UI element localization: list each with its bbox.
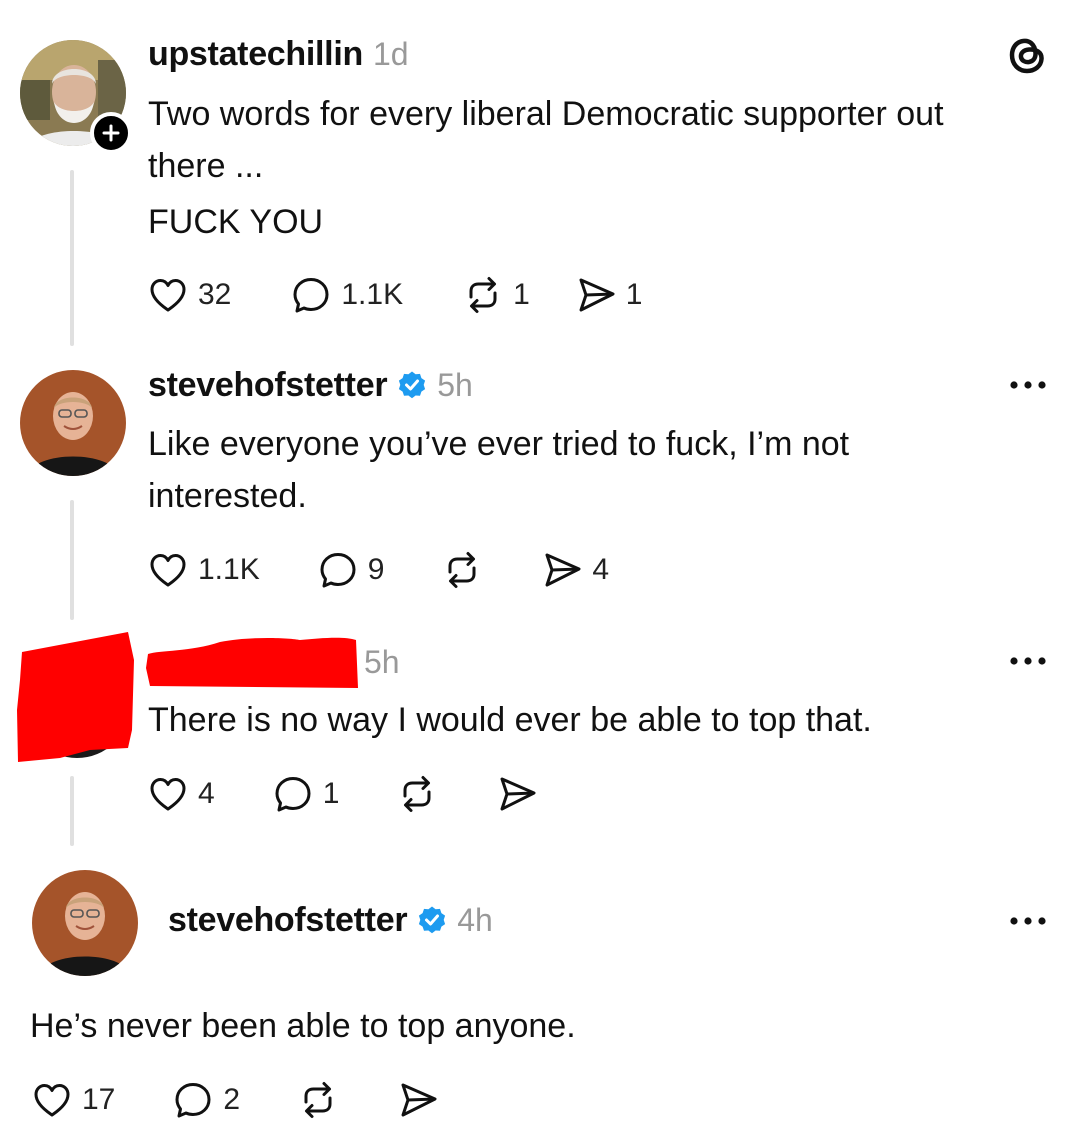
reply-count: 1: [322, 777, 340, 810]
threads-logo-icon[interactable]: [1002, 30, 1052, 80]
like-button[interactable]: 4: [146, 772, 215, 816]
repost-icon: [296, 1078, 340, 1122]
thread-line: [70, 500, 74, 620]
comment-bubble-icon: [316, 548, 360, 592]
like-button[interactable]: 17: [30, 1078, 115, 1122]
verified-badge-icon: [417, 905, 447, 935]
username[interactable]: stevehofstetter: [168, 901, 408, 940]
share-button[interactable]: 4: [540, 548, 609, 592]
avatar-redaction: [0, 630, 140, 770]
repost-button[interactable]: [395, 772, 439, 816]
repost-icon: [461, 273, 505, 317]
post-header: upstatechillin 1d: [148, 32, 409, 76]
post-header: stevehofstetter 5h: [148, 363, 473, 407]
post-text-line: FUCK YOU: [148, 203, 324, 241]
reply-button[interactable]: 9: [316, 548, 385, 592]
like-count: 32: [198, 278, 232, 311]
more-options-icon[interactable]: [1006, 375, 1050, 395]
thread-line: [70, 170, 74, 346]
more-options-icon[interactable]: [1006, 911, 1050, 931]
more-options-icon[interactable]: [1006, 651, 1050, 671]
post-header: 5h: [354, 640, 400, 684]
repost-button[interactable]: [440, 548, 484, 592]
avatar[interactable]: [20, 370, 126, 476]
share-count: 1: [625, 278, 643, 311]
username[interactable]: stevehofstetter: [148, 366, 388, 405]
repost-icon: [395, 772, 439, 816]
reply-count: 1.1K: [341, 278, 404, 311]
timestamp: 5h: [364, 643, 400, 680]
post-text: There is no way I would ever be able to …: [148, 694, 872, 746]
reply-count: 9: [367, 553, 385, 586]
post-actions: 4 1: [146, 772, 539, 816]
like-button[interactable]: 32: [146, 273, 231, 317]
timestamp: 4h: [457, 901, 493, 938]
share-button[interactable]: [396, 1078, 440, 1122]
post-actions: 32 1.1K 1 1: [146, 273, 642, 317]
share-button[interactable]: 1: [574, 273, 643, 317]
comment-bubble-icon: [171, 1078, 215, 1122]
post-text-line: He’s never been able to top anyone.: [30, 1007, 576, 1045]
username[interactable]: upstatechillin: [148, 35, 363, 74]
post-text-line: there ...: [148, 147, 264, 185]
like-count: 4: [198, 777, 215, 810]
send-icon: [540, 548, 584, 592]
post-text-line: Like everyone you’ve ever tried to fuck,…: [148, 425, 850, 463]
post-text: Two words for every liberal Democratic s…: [148, 88, 944, 248]
repost-button[interactable]: [296, 1078, 340, 1122]
send-icon: [396, 1078, 440, 1122]
send-icon: [495, 772, 539, 816]
repost-count: 1: [513, 278, 530, 311]
post-text: Like everyone you’ve ever tried to fuck,…: [148, 418, 849, 522]
reply-button[interactable]: 2: [171, 1078, 240, 1122]
post-text-line: Two words for every liberal Democratic s…: [148, 95, 944, 133]
repost-button[interactable]: 1: [461, 273, 530, 317]
post-header: stevehofstetter 4h: [168, 898, 493, 942]
avatar[interactable]: [32, 870, 138, 976]
heart-icon: [30, 1078, 74, 1122]
share-count: 4: [592, 553, 610, 586]
reply-button[interactable]: 1: [271, 772, 340, 816]
post-actions: 17 2: [30, 1078, 440, 1122]
follow-plus-icon[interactable]: [90, 112, 132, 154]
comment-bubble-icon: [289, 273, 333, 317]
heart-icon: [146, 772, 190, 816]
timestamp: 1d: [372, 35, 409, 72]
repost-icon: [440, 548, 484, 592]
post-text-line: There is no way I would ever be able to …: [148, 701, 872, 739]
heart-icon: [146, 548, 190, 592]
post-text-line: interested.: [148, 477, 307, 515]
verified-badge-icon: [397, 370, 427, 400]
reply-count: 2: [223, 1083, 241, 1116]
post-actions: 1.1K 9 4: [146, 548, 609, 592]
threads-conversation: upstatechillin 1d Two words for every li…: [0, 0, 1080, 1144]
comment-bubble-icon: [271, 772, 315, 816]
like-button[interactable]: 1.1K: [146, 548, 260, 592]
like-count: 17: [82, 1083, 116, 1116]
reply-button[interactable]: 1.1K: [289, 273, 403, 317]
thread-line: [70, 776, 74, 846]
heart-icon: [146, 273, 190, 317]
like-count: 1.1K: [198, 553, 260, 586]
send-icon: [574, 273, 618, 317]
share-button[interactable]: [495, 772, 539, 816]
timestamp: 5h: [437, 366, 473, 403]
username-redaction: [140, 632, 362, 690]
post-text: He’s never been able to top anyone.: [30, 1000, 576, 1052]
